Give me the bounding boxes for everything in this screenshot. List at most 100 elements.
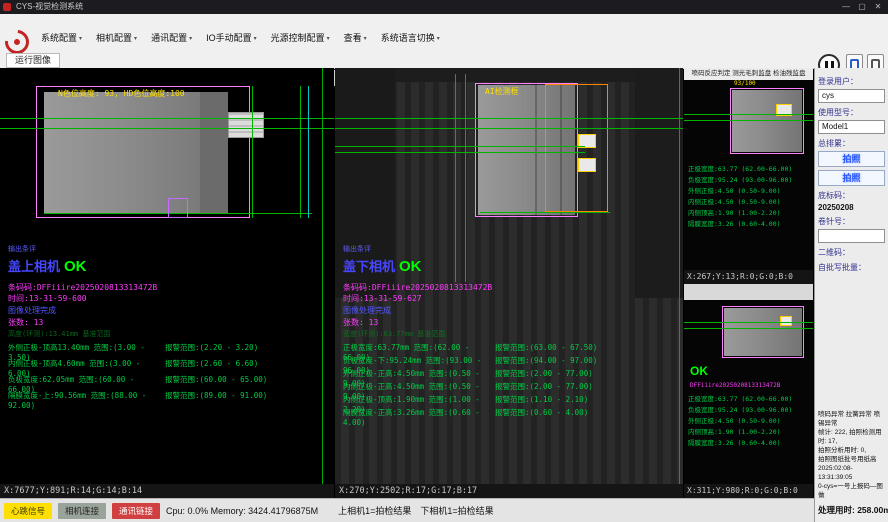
maximize-button[interactable]: ▢ xyxy=(854,0,870,14)
title-bar: CYS-视觉检测系统 — ▢ ✕ xyxy=(0,0,888,14)
statistics-line: 拍照分析用时: 0, xyxy=(818,446,886,455)
statistics-line: 2025:02:08-13:31:39:05 xyxy=(818,464,886,482)
menu-bar: 系统配置▾相机配置▾通讯配置▾IO手动配置▾光源控制配置▾查看▾系统语言切换▾ xyxy=(34,28,447,42)
measurement-row: 内侧正极-顶高4.60mm 范围:(3.00 - 6.00)报警范围:(2.60… xyxy=(8,358,332,374)
frame-count: 张数: 13 xyxy=(343,317,378,328)
chevron-down-icon: ▾ xyxy=(79,36,82,42)
measurement-list: 正极宽度:63.77mm 范围:(62.00 - 66.00)报警范围:(63.… xyxy=(343,342,681,420)
alarm-range-text: 报警范围:(2.20 - 3.20) xyxy=(165,342,258,358)
measurement-row: 内侧正极-正高:4.50mm 范围:(0.50 - 9.00)报警范围:(2.0… xyxy=(343,381,681,394)
camera-preview-top[interactable]: 93/100 正极宽度:63.77 (62.00-66.00)负极宽度:95.2… xyxy=(684,80,813,270)
menu-item[interactable]: 通讯配置▾ xyxy=(144,31,199,46)
alarm-range-text: 报警范围:(63.00 - 67.50) xyxy=(495,342,597,355)
measurement-row: 负极宽度-下:95.24mm 范围:(93.00 - 96.00)报警范围:(9… xyxy=(343,355,681,368)
measurement-text: 负极宽度:95.24 (93.00-96.00) xyxy=(688,175,792,186)
detect-rect xyxy=(168,198,188,218)
camera-view-middle[interactable]: AI检测框 输出条评 盖下相机OK 条码码:DFFiiire2025020813… xyxy=(335,68,683,484)
measurement-text: 负极宽度:95.24 (93.00-96.00) xyxy=(688,405,792,416)
measurement-text: 外侧正极:4.50 (0.50-9.00) xyxy=(688,186,792,197)
edge-line xyxy=(679,68,680,484)
reference-line: 宽度(环测):63.77mm 基准范围 xyxy=(343,329,445,339)
preview-header: 喷码反应判定 测光毛刺监盘 检油残监盘 xyxy=(684,68,813,80)
baseline-overlay xyxy=(335,128,683,129)
batch-label: 自批写批量： xyxy=(818,262,885,273)
result-note: 输出条评 xyxy=(8,244,36,254)
status-badge: 拍照 xyxy=(818,151,885,167)
menu-item[interactable]: IO手动配置▾ xyxy=(199,31,264,46)
total-label: 总排累： xyxy=(818,138,885,149)
reflect-spot xyxy=(578,158,596,172)
menu-item[interactable]: 系统语言切换▾ xyxy=(374,31,447,46)
minimize-button[interactable]: — xyxy=(838,0,854,14)
close-button[interactable]: ✕ xyxy=(870,0,886,14)
ok-badge: OK xyxy=(690,364,708,378)
time-text: 时间:13-31-59-600 xyxy=(8,293,87,304)
menu-item[interactable]: 系统配置▾ xyxy=(34,31,89,46)
measurement-row: 外侧正极-正高:4.50mm 范围:(0.50 - 9.00)报警范围:(2.0… xyxy=(343,368,681,381)
result-note: 输出条评 xyxy=(343,244,371,254)
measurement-text: 正极宽度:63.77mm 范围:(62.00 - 66.00) xyxy=(343,342,495,355)
roi-rect xyxy=(722,306,804,358)
model-value: Model1 xyxy=(818,120,885,134)
barcode-text: 条码码:DFFiiire2025020813313472B xyxy=(8,282,157,293)
window-title: CYS-视觉检测系统 xyxy=(16,0,83,14)
login-user-value: cys xyxy=(818,89,885,103)
camera-link-badge: 相机连接 xyxy=(58,503,106,519)
bottom-code-label: 底标码： xyxy=(818,190,885,201)
baseline-overlay xyxy=(684,120,813,121)
header-band: 系统配置▾相机配置▾通讯配置▾IO手动配置▾光源控制配置▾查看▾系统语言切换▾ … xyxy=(0,14,888,69)
baseline-overlay xyxy=(0,118,334,119)
statistics-line: 帧计: 222, 拍照检测用时: 17, xyxy=(818,428,886,446)
measurement-text: 外侧正极:4.50 (0.50-9.00) xyxy=(688,416,792,427)
status-bar: 心跳信号 相机连接 通讯链接 Cpu: 0.0% Memory: 3424.41… xyxy=(0,498,814,522)
measurement-text: 隔膜宽度:3.26 (0.60-4.00) xyxy=(688,219,792,230)
alarm-range-text: 报警范围:(60.00 - 65.00) xyxy=(165,374,267,390)
chevron-down-icon: ▾ xyxy=(254,36,257,42)
needle-value xyxy=(818,229,885,243)
alarm-range-text: 报警范围:(2.60 - 6.60) xyxy=(165,358,258,374)
heartbeat-badge: 心跳信号 xyxy=(4,503,52,519)
app-window: CYS-视觉检测系统 — ▢ ✕ 系统配置▾相机配置▾通讯配置▾IO手动配置▾光… xyxy=(0,0,888,522)
roi-rect xyxy=(730,88,804,154)
process-status: 图像处理完成 xyxy=(343,305,391,316)
alarm-range-text: 报警范围:(1.10 - 2.10) xyxy=(495,394,588,407)
total-status-list: 拍照拍照 xyxy=(818,151,885,186)
measurement-row: 内侧正极-顶高:1.90mm 范围:(1.00 - 2.20)报警范围:(1.1… xyxy=(343,394,681,407)
pixel-readout-preview-bottom: X:311;Y:980;R:0;G:0;B:0 xyxy=(684,484,813,498)
camera-result: 盖上相机OK xyxy=(8,256,87,275)
time-text: 时间:13-31-59-627 xyxy=(343,293,422,304)
statistics-line: 0-cys=一号上报码—图做 xyxy=(818,482,886,500)
chevron-down-icon: ▾ xyxy=(364,36,367,42)
ai-frame-label: AI检测框 xyxy=(485,86,519,97)
ai-detect-rect xyxy=(545,84,608,212)
height-overlay-text: N色位高度: 93, HD色位高度:100 xyxy=(58,88,185,99)
menu-item[interactable]: 查看▾ xyxy=(337,31,374,46)
pixel-readout-preview-top: X:267;Y:13;R:0;G:0;B:0 xyxy=(684,270,813,284)
measure-line xyxy=(335,146,585,147)
pixel-readout-left: X:7677;Y:891;R:14;G:14;B:14 xyxy=(0,484,334,498)
measurement-list: 正极宽度:63.77 (62.00-66.00)负极宽度:95.24 (93.0… xyxy=(688,164,792,230)
measurement-text: 正极宽度:63.77 (62.00-66.00) xyxy=(688,394,792,405)
measure-line xyxy=(465,74,466,282)
camera-view-left[interactable]: N色位高度: 93, HD色位高度:100 输出条评 盖上相机OK 条码码:DF… xyxy=(0,68,334,484)
tab-run-image[interactable]: 运行图像 xyxy=(6,53,60,68)
measure-line xyxy=(335,152,585,153)
measurement-row: 外侧正极-顶高13.40mm 范围:(3.00 - 3.50)报警范围:(2.2… xyxy=(8,342,332,358)
connector-part xyxy=(228,112,264,138)
measurement-text: 隔膜宽度-正高:3.26mm 范围:(0.60 - 4.00) xyxy=(343,407,495,420)
reflect-spot xyxy=(780,316,792,326)
alarm-range-text: 报警范围:(89.00 - 91.00) xyxy=(165,390,267,406)
measurement-text: 正极宽度:63.77 (62.00-66.00) xyxy=(688,164,792,175)
menu-item[interactable]: 光源控制配置▾ xyxy=(264,31,337,46)
chevron-down-icon: ▾ xyxy=(437,36,440,42)
baseline-overlay xyxy=(684,114,813,115)
measurement-list: 外侧正极-顶高13.40mm 范围:(3.00 - 3.50)报警范围:(2.2… xyxy=(8,342,332,406)
statistics-block: 喷码异常 拉簧异常 喷锡异常帧计: 222, 拍照检测用时: 17,拍照分析用时… xyxy=(818,410,886,500)
baseline-overlay xyxy=(335,118,683,119)
menu-item[interactable]: 相机配置▾ xyxy=(89,31,144,46)
qrcode-label: 二维码： xyxy=(818,247,885,258)
roi-rect xyxy=(36,86,250,218)
camera-preview-bottom[interactable]: OK DFFiiire2025020813313472B 正极宽度:63.77 … xyxy=(684,300,813,484)
barcode-text: 条码码:DFFiiire2025020813313472B xyxy=(343,282,492,293)
ok-badge: OK xyxy=(399,258,422,275)
